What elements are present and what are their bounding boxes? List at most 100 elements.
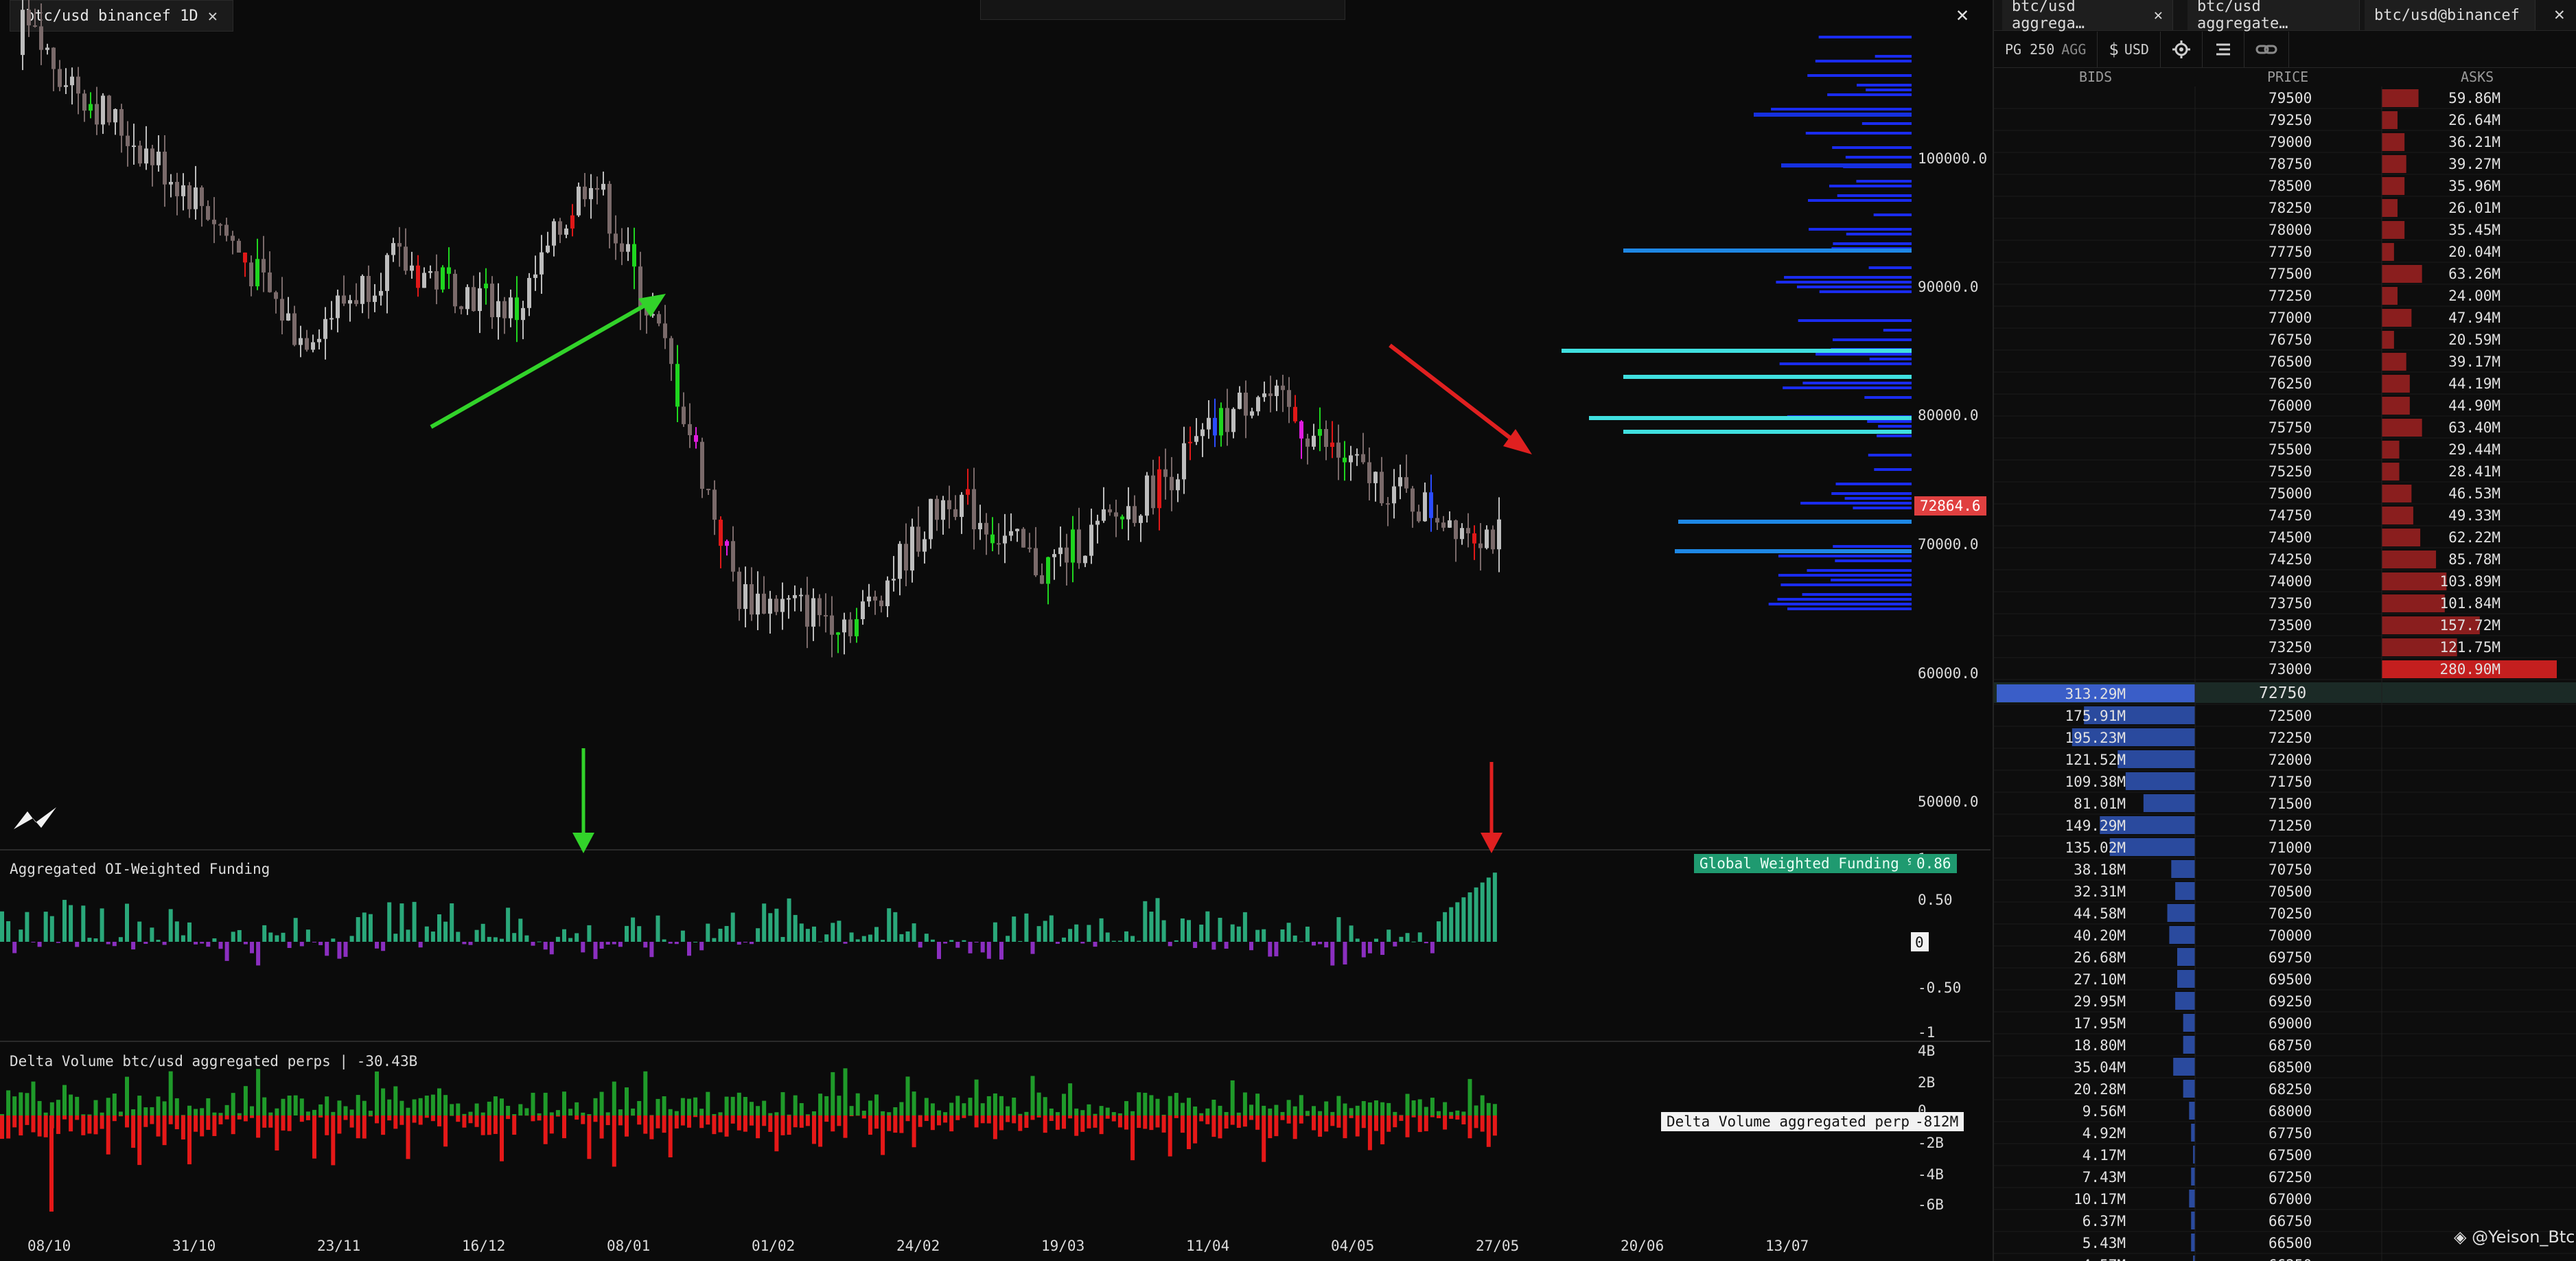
ask-price[interactable]: 75750 — [2268, 419, 2312, 436]
funding-bar — [712, 938, 717, 942]
bid-price[interactable]: 71250 — [2268, 818, 2312, 834]
candle-body — [268, 272, 272, 292]
delta-bar-negative — [37, 1115, 42, 1137]
bid-price[interactable]: 67250 — [2268, 1169, 2312, 1185]
ask-price[interactable]: 75500 — [2268, 441, 2312, 458]
ask-price[interactable]: 73500 — [2268, 617, 2312, 634]
price-chart[interactable]: 100000.0 90000.0 80000.0 70000.0 60000.0 5000… — [0, 0, 1991, 1261]
ask-price[interactable]: 73750 — [2268, 595, 2312, 612]
bid-size: 135.02M — [2065, 840, 2126, 856]
bid-price[interactable]: 71750 — [2268, 774, 2312, 790]
bid-price[interactable]: 66500 — [2268, 1235, 2312, 1251]
funding-bar — [980, 942, 985, 953]
delta-bar-negative — [1380, 1115, 1385, 1145]
time-tick-label: 08/10 — [27, 1238, 71, 1254]
delta-bar-negative — [93, 1115, 98, 1135]
bid-price[interactable]: 70250 — [2268, 905, 2312, 922]
ask-depth-bar — [2382, 353, 2406, 371]
orderbook-ladder[interactable]: 79500 59.86M 79250 26.64M 79000 36.21M 78750 39… — [1994, 0, 2576, 1261]
delta-bar-negative — [512, 1115, 517, 1135]
bid-price[interactable]: 72500 — [2268, 708, 2312, 724]
ask-price[interactable]: 73000 — [2268, 661, 2312, 678]
time-axis: 08/10 31/10 23/11 16/12 08/01 01/02 24/02 19/03… — [27, 1238, 1809, 1254]
orderbook-panel[interactable]: btc/usd aggrega… ✕ btc/usd aggregate… bt… — [1993, 0, 2576, 1261]
ask-price[interactable]: 78500 — [2268, 178, 2312, 194]
funding-bar — [224, 942, 229, 961]
delta-bar-positive — [118, 1111, 123, 1115]
candle-body — [1361, 454, 1365, 463]
delta-bar-positive — [437, 1088, 441, 1115]
delta-bar-negative — [206, 1115, 211, 1130]
funding-bar — [1467, 892, 1472, 942]
ask-price[interactable]: 78250 — [2268, 200, 2312, 216]
bid-price[interactable]: 72000 — [2268, 752, 2312, 768]
bid-price[interactable]: 67000 — [2268, 1191, 2312, 1207]
funding-bar — [1161, 920, 1166, 942]
funding-bar — [718, 928, 723, 942]
bid-price[interactable]: 68000 — [2268, 1103, 2312, 1120]
bid-price[interactable]: 71500 — [2268, 796, 2312, 812]
ask-price[interactable]: 76750 — [2268, 332, 2312, 348]
ask-price[interactable]: 73250 — [2268, 639, 2312, 656]
bid-price[interactable]: 69500 — [2268, 971, 2312, 988]
ask-price[interactable]: 78750 — [2268, 156, 2312, 172]
funding-bar — [1380, 942, 1385, 956]
bid-price[interactable]: 67500 — [2268, 1147, 2312, 1164]
bid-price[interactable]: 66250 — [2268, 1257, 2312, 1261]
delta-bar-negative — [605, 1115, 610, 1126]
ask-price[interactable]: 77250 — [2268, 288, 2312, 304]
funding-tick-label: 0.50 — [1918, 892, 1953, 908]
candle-body — [1114, 512, 1118, 517]
funding-bar — [762, 903, 767, 942]
bid-price[interactable]: 72250 — [2268, 730, 2312, 746]
delta-bar-negative — [674, 1115, 679, 1129]
candle-body — [367, 275, 371, 302]
delta-bar-positive — [0, 1113, 4, 1115]
candle-body — [688, 424, 692, 435]
ask-price[interactable]: 79250 — [2268, 112, 2312, 128]
funding-bar — [137, 921, 142, 942]
bid-size: 313.29M — [2065, 686, 2126, 702]
candle-body — [583, 186, 587, 200]
ask-price[interactable]: 74000 — [2268, 573, 2312, 590]
ask-price[interactable]: 76500 — [2268, 354, 2312, 370]
funding-bar — [631, 917, 636, 942]
ask-size: 28.41M — [2448, 463, 2500, 480]
bid-price[interactable]: 68500 — [2268, 1059, 2312, 1076]
ask-price[interactable]: 77750 — [2268, 244, 2312, 260]
candle-body — [397, 243, 402, 247]
bid-price[interactable]: 70750 — [2268, 861, 2312, 878]
funding-bar — [843, 942, 848, 944]
bid-price[interactable]: 69750 — [2268, 949, 2312, 966]
ask-price[interactable]: 74500 — [2268, 529, 2312, 546]
candle-body — [82, 93, 86, 111]
candle-body — [1312, 435, 1316, 447]
ask-price[interactable]: 74750 — [2268, 507, 2312, 524]
bid-price[interactable]: 70000 — [2268, 927, 2312, 944]
delta-bar-positive — [200, 1108, 205, 1115]
ask-price[interactable]: 74250 — [2268, 551, 2312, 568]
ask-price[interactable]: 79500 — [2268, 90, 2312, 106]
ask-price[interactable]: 76250 — [2268, 375, 2312, 392]
bid-price[interactable]: 71000 — [2268, 840, 2312, 856]
bid-price[interactable]: 68750 — [2268, 1037, 2312, 1054]
bid-price[interactable]: 69000 — [2268, 1015, 2312, 1032]
ask-price[interactable]: 76000 — [2268, 397, 2312, 414]
ask-price[interactable]: 78000 — [2268, 222, 2312, 238]
ask-price[interactable]: 75250 — [2268, 463, 2312, 480]
bid-price[interactable]: 67750 — [2268, 1125, 2312, 1142]
ask-price[interactable]: 75000 — [2268, 485, 2312, 502]
ask-price[interactable]: 79000 — [2268, 134, 2312, 150]
candle-body — [663, 323, 667, 338]
chart-pane[interactable]: btc/usd binancef 1D ✕ ✕ 100000.0 90000.0 8… — [0, 0, 1991, 1261]
ask-price[interactable]: 77500 — [2268, 266, 2312, 282]
funding-bar — [750, 942, 754, 945]
bid-price[interactable]: 69250 — [2268, 993, 2312, 1010]
delta-bar-positive — [93, 1100, 98, 1115]
bid-price[interactable]: 68250 — [2268, 1081, 2312, 1098]
ask-price[interactable]: 77000 — [2268, 310, 2312, 326]
bid-price[interactable]: 66750 — [2268, 1213, 2312, 1229]
delta-bar-positive — [212, 1112, 217, 1115]
candle-body — [1065, 547, 1069, 563]
bid-price[interactable]: 70500 — [2268, 883, 2312, 900]
